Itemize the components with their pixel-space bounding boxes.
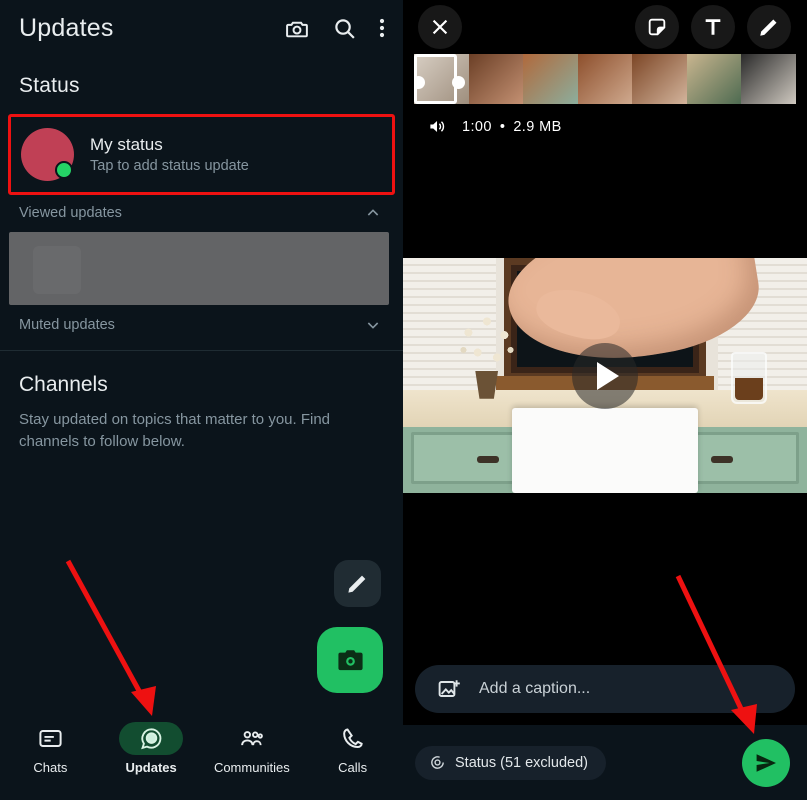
- my-status-row[interactable]: My status Tap to add status update: [11, 117, 392, 192]
- overflow-menu-icon[interactable]: [379, 16, 385, 41]
- timeline-frame: [632, 54, 687, 104]
- updates-topbar: Updates: [0, 0, 403, 56]
- camera-icon[interactable]: [285, 16, 310, 41]
- my-status-subtitle: Tap to add status update: [90, 158, 249, 174]
- editor-topbar: [403, 0, 807, 54]
- media-duration: 1:00: [462, 118, 492, 135]
- nav-label-chats: Chats: [33, 760, 68, 775]
- avatar[interactable]: [21, 128, 74, 181]
- search-icon[interactable]: [332, 16, 357, 41]
- recipient-chip[interactable]: Status (51 excluded): [415, 745, 606, 780]
- nav-item-calls[interactable]: Calls: [302, 722, 403, 775]
- timeline-frame: [523, 54, 578, 104]
- video-preview[interactable]: [403, 258, 807, 493]
- nav-item-updates[interactable]: Updates: [101, 722, 202, 775]
- media-meta-row: 1:00 • 2.9 MB: [403, 104, 807, 136]
- status-section-heading: Status: [19, 74, 80, 97]
- timeline-frame: [686, 54, 742, 104]
- sticker-icon: [646, 16, 668, 38]
- send-button[interactable]: [742, 739, 790, 787]
- my-status-highlight: My status Tap to add status update: [8, 114, 395, 195]
- nav-item-communities[interactable]: Communities: [202, 722, 303, 775]
- close-button[interactable]: [418, 5, 462, 49]
- nav-pill-communities: [220, 722, 284, 755]
- trim-selection-box[interactable]: [414, 54, 465, 104]
- play-icon: [596, 361, 619, 390]
- muted-updates-header[interactable]: Muted updates: [0, 307, 403, 342]
- add-image-icon[interactable]: [437, 677, 461, 701]
- close-icon: [429, 16, 451, 38]
- nav-pill-calls: [321, 722, 385, 755]
- editor-tools: [635, 5, 791, 49]
- updates-icon: [139, 726, 164, 751]
- bottom-navigation: Chats Updates Communities Calls: [0, 716, 403, 800]
- trim-handle-left[interactable]: [414, 76, 425, 89]
- timeline-frame: [577, 54, 633, 104]
- text-icon: [702, 16, 724, 38]
- add-status-badge-icon: [55, 161, 73, 179]
- channels-description: Stay updated on topics that matter to yo…: [19, 411, 331, 450]
- pencil-icon: [346, 572, 369, 595]
- timeline-frame: [741, 54, 796, 104]
- text-tool-button[interactable]: [691, 5, 735, 49]
- nav-label-calls: Calls: [338, 760, 368, 775]
- caption-bar: Add a caption...: [403, 653, 807, 725]
- chevron-up-icon: [365, 205, 381, 221]
- media-file-size: 2.9 MB: [513, 118, 562, 135]
- calls-icon: [340, 726, 365, 751]
- speaker-icon[interactable]: [428, 117, 447, 136]
- topbar-actions: [285, 16, 385, 41]
- status-privacy-icon: [429, 754, 446, 771]
- pencil-icon: [758, 16, 780, 38]
- send-icon: [754, 751, 778, 775]
- media-editor-screen: 1:00 • 2.9 MB Add a caption... Status (5…: [403, 0, 807, 800]
- communities-icon: [239, 726, 264, 751]
- camera-icon: [336, 646, 365, 675]
- muted-updates-label: Muted updates: [19, 317, 115, 333]
- nav-pill-updates: [119, 722, 184, 755]
- updates-screen: Updates Status My status Tap to add stat…: [0, 0, 403, 800]
- page-title: Updates: [19, 13, 114, 42]
- nav-item-chats[interactable]: Chats: [0, 722, 101, 775]
- play-button[interactable]: [572, 342, 638, 409]
- trim-handle-right[interactable]: [452, 76, 465, 89]
- draw-tool-button[interactable]: [747, 5, 791, 49]
- recipient-label: Status (51 excluded): [455, 754, 588, 771]
- viewed-updates-header[interactable]: Viewed updates: [0, 195, 403, 230]
- media-meta-separator: •: [499, 118, 506, 135]
- sticker-tool-button[interactable]: [635, 5, 679, 49]
- caption-placeholder: Add a caption...: [479, 680, 591, 697]
- nav-pill-chats: [18, 722, 82, 755]
- edit-channel-fab[interactable]: [334, 560, 381, 607]
- camera-fab[interactable]: [317, 627, 383, 693]
- recipient-bar: Status (51 excluded): [403, 725, 807, 800]
- timeline-frame: [468, 54, 524, 104]
- my-status-texts: My status Tap to add status update: [90, 135, 249, 174]
- my-status-title: My status: [90, 135, 163, 154]
- nav-label-communities: Communities: [213, 760, 290, 775]
- channels-heading: Channels: [19, 373, 108, 396]
- viewed-updates-label: Viewed updates: [19, 205, 122, 221]
- video-timeline-filmstrip[interactable]: [414, 54, 796, 104]
- caption-input[interactable]: Add a caption...: [415, 665, 795, 713]
- chevron-down-icon: [365, 317, 381, 333]
- chats-icon: [38, 726, 63, 751]
- nav-label-updates: Updates: [125, 760, 177, 775]
- viewed-updates-redacted-block: [9, 232, 389, 305]
